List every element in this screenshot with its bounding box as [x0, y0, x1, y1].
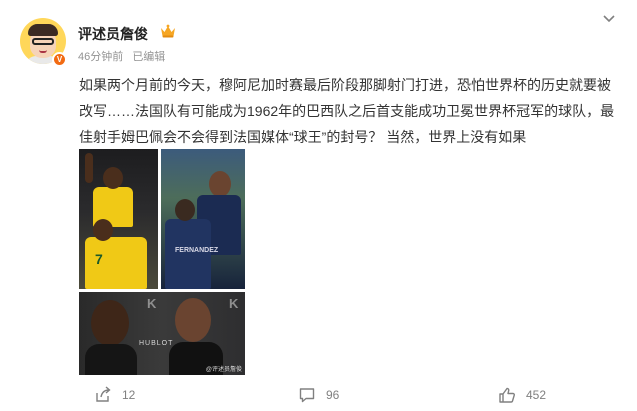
post-meta: 46分钟前 已编辑: [78, 48, 165, 64]
pele-suit: [85, 344, 137, 375]
teammate-head: [175, 199, 195, 221]
jersey-number: 7: [95, 251, 103, 267]
watermark: @评述员詹俊: [205, 367, 242, 373]
author-name[interactable]: 评述员詹俊: [78, 24, 148, 44]
avatar-glasses: [32, 38, 54, 45]
pele-face: [91, 300, 129, 346]
like-count: 452: [526, 388, 547, 402]
share-count: 12: [122, 388, 136, 402]
player-head: [103, 167, 123, 189]
like-icon: [499, 387, 515, 403]
comment-icon: [299, 388, 315, 403]
brand-logo-k: K: [147, 296, 157, 311]
raised-arm: [85, 153, 93, 183]
teammate-shirt: [165, 219, 211, 289]
share-button[interactable]: 12: [94, 386, 135, 404]
post-text: 如果两个月前的今天，穆阿尼加时赛最后阶段那脚射门打进，恐怕世界杯的历史就要被改写…: [79, 77, 615, 145]
mbappe-face: [175, 298, 211, 342]
teammate-name-print: FERNANDEZ: [175, 247, 219, 254]
hublot-logo: HUBLOT: [139, 340, 174, 347]
brand-logo-k-right: K: [229, 296, 239, 311]
player-head-2: [93, 219, 113, 241]
action-bar: 12 96 452: [0, 380, 637, 410]
share-icon: [96, 386, 111, 402]
post-time[interactable]: 46分钟前: [78, 51, 123, 63]
mbappe-head: [209, 171, 231, 197]
photo-pele-celebration[interactable]: 7: [79, 149, 158, 289]
comment-button[interactable]: 96: [298, 386, 339, 404]
chevron-down-icon[interactable]: [603, 14, 615, 24]
edited-label: 已编辑: [132, 51, 166, 63]
crown-icon: [161, 24, 175, 38]
weibo-post-card: V 评述员詹俊 46分钟前 已编辑 如果两个月前的今天，穆阿尼加时赛最后阶段那脚…: [0, 0, 637, 411]
photo-pele-mbappe-portrait[interactable]: K K HUBLOT @评述员詹俊: [79, 292, 245, 375]
comment-count: 96: [326, 388, 340, 402]
avatar-hair: [28, 24, 58, 36]
image-grid: 7 FERNANDEZ K K HUBLOT @评述员詹俊: [79, 149, 245, 375]
verified-badge-icon: V: [52, 52, 67, 67]
photo-mbappe-team[interactable]: FERNANDEZ: [161, 149, 245, 289]
like-button[interactable]: 452: [498, 386, 546, 404]
